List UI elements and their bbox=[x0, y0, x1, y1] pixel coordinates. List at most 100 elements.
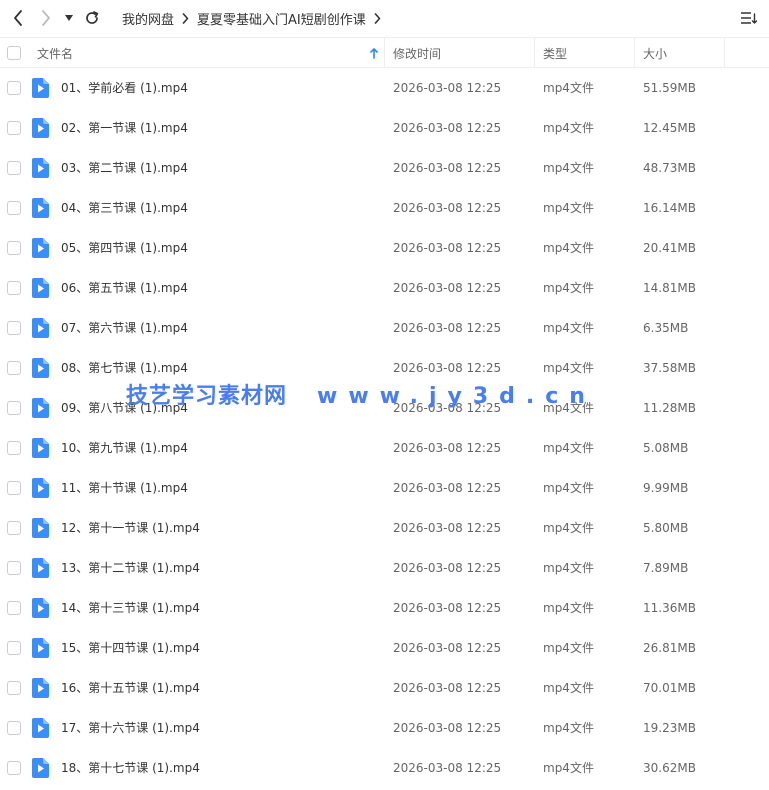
file-type: mp4文件 bbox=[543, 681, 594, 695]
row-checkbox[interactable] bbox=[7, 721, 21, 735]
table-row[interactable]: 14、第十三节课 (1).mp4 2026-03-08 12:25 mp4文件 11.… bbox=[0, 588, 769, 628]
file-name[interactable]: 07、第六节课 (1).mp4 bbox=[61, 308, 188, 348]
file-modified: 2026-03-08 12:25 bbox=[393, 481, 502, 495]
table-row[interactable]: 01、学前必看 (1).mp4 2026-03-08 12:25 mp4文件 51.5… bbox=[0, 68, 769, 108]
file-name[interactable]: 12、第十一节课 (1).mp4 bbox=[61, 508, 200, 548]
column-divider[interactable] bbox=[384, 38, 385, 68]
sort-up-arrow-icon[interactable] bbox=[370, 38, 378, 68]
row-checkbox[interactable] bbox=[7, 761, 21, 775]
row-checkbox[interactable] bbox=[7, 401, 21, 415]
table-row[interactable]: 12、第十一节课 (1).mp4 2026-03-08 12:25 mp4文件 5.8… bbox=[0, 508, 769, 548]
table-row[interactable]: 11、第十节课 (1).mp4 2026-03-08 12:25 mp4文件 9.99… bbox=[0, 468, 769, 508]
row-checkbox[interactable] bbox=[7, 641, 21, 655]
header-modified[interactable]: 修改时间 bbox=[393, 38, 533, 68]
file-size: 19.23MB bbox=[643, 721, 696, 735]
table-row[interactable]: 02、第一节课 (1).mp4 2026-03-08 12:25 mp4文件 12.4… bbox=[0, 108, 769, 148]
view-mode-button[interactable] bbox=[737, 6, 761, 30]
file-type: mp4文件 bbox=[543, 121, 594, 135]
file-name[interactable]: 10、第九节课 (1).mp4 bbox=[61, 428, 188, 468]
row-checkbox[interactable] bbox=[7, 241, 21, 255]
row-checkbox[interactable] bbox=[7, 601, 21, 615]
row-checkbox[interactable] bbox=[7, 81, 21, 95]
file-name[interactable]: 03、第二节课 (1).mp4 bbox=[61, 148, 188, 188]
table-row[interactable]: 16、第十五节课 (1).mp4 2026-03-08 12:25 mp4文件 70.… bbox=[0, 668, 769, 708]
table-row[interactable]: 15、第十四节课 (1).mp4 2026-03-08 12:25 mp4文件 26.… bbox=[0, 628, 769, 668]
table-row[interactable]: 17、第十六节课 (1).mp4 2026-03-08 12:25 mp4文件 19.… bbox=[0, 708, 769, 748]
header-name-label: 文件名 bbox=[37, 46, 74, 61]
row-checkbox[interactable] bbox=[7, 361, 21, 375]
file-name[interactable]: 11、第十节课 (1).mp4 bbox=[61, 468, 188, 508]
table-row[interactable]: 07、第六节课 (1).mp4 2026-03-08 12:25 mp4文件 6.35… bbox=[0, 308, 769, 348]
table-row[interactable]: 05、第四节课 (1).mp4 2026-03-08 12:25 mp4文件 20.4… bbox=[0, 228, 769, 268]
row-checkbox[interactable] bbox=[7, 281, 21, 295]
video-file-icon bbox=[32, 518, 49, 538]
refresh-icon bbox=[86, 11, 99, 24]
video-file-icon bbox=[32, 598, 49, 618]
file-name[interactable]: 06、第五节课 (1).mp4 bbox=[61, 268, 188, 308]
video-file-icon bbox=[32, 638, 49, 658]
table-row[interactable]: 03、第二节课 (1).mp4 2026-03-08 12:25 mp4文件 48.7… bbox=[0, 148, 769, 188]
file-type: mp4文件 bbox=[543, 281, 594, 295]
row-checkbox[interactable] bbox=[7, 561, 21, 575]
table-row[interactable]: 18、第十七节课 (1).mp4 2026-03-08 12:25 mp4文件 30.… bbox=[0, 748, 769, 788]
row-checkbox[interactable] bbox=[7, 681, 21, 695]
breadcrumb-item-root[interactable]: 我的网盘 bbox=[122, 9, 174, 28]
row-checkbox[interactable] bbox=[7, 481, 21, 495]
file-type: mp4文件 bbox=[543, 441, 594, 455]
row-checkbox[interactable] bbox=[7, 161, 21, 175]
breadcrumb-separator-icon bbox=[182, 12, 189, 24]
file-type: mp4文件 bbox=[543, 161, 594, 175]
column-divider[interactable] bbox=[534, 38, 535, 68]
file-modified: 2026-03-08 12:25 bbox=[393, 241, 502, 255]
chevron-left-icon bbox=[14, 10, 22, 26]
file-type: mp4文件 bbox=[543, 641, 594, 655]
file-modified: 2026-03-08 12:25 bbox=[393, 561, 502, 575]
row-checkbox[interactable] bbox=[7, 201, 21, 215]
history-dropdown-button[interactable] bbox=[60, 6, 78, 30]
file-name[interactable]: 05、第四节课 (1).mp4 bbox=[61, 228, 188, 268]
select-all-checkbox[interactable] bbox=[7, 46, 21, 60]
row-checkbox[interactable] bbox=[7, 521, 21, 535]
video-file-icon bbox=[32, 198, 49, 218]
file-name[interactable]: 02、第一节课 (1).mp4 bbox=[61, 108, 188, 148]
file-size: 30.62MB bbox=[643, 761, 696, 775]
column-divider[interactable] bbox=[724, 38, 725, 68]
file-name[interactable]: 16、第十五节课 (1).mp4 bbox=[61, 668, 200, 708]
video-file-icon bbox=[32, 278, 49, 298]
header-name[interactable]: 文件名 bbox=[37, 38, 383, 68]
chevron-right-icon bbox=[42, 10, 50, 26]
file-modified: 2026-03-08 12:25 bbox=[393, 81, 502, 95]
header-size[interactable]: 大小 bbox=[643, 38, 723, 68]
file-size: 70.01MB bbox=[643, 681, 696, 695]
breadcrumb-item-current-folder[interactable]: 夏夏零基础入门AI短剧创作课 bbox=[197, 9, 366, 28]
header-type[interactable]: 类型 bbox=[543, 38, 633, 68]
file-modified: 2026-03-08 12:25 bbox=[393, 681, 502, 695]
forward-button[interactable] bbox=[34, 6, 58, 30]
row-checkbox[interactable] bbox=[7, 441, 21, 455]
file-name[interactable]: 14、第十三节课 (1).mp4 bbox=[61, 588, 200, 628]
file-name[interactable]: 13、第十二节课 (1).mp4 bbox=[61, 548, 200, 588]
table-row[interactable]: 06、第五节课 (1).mp4 2026-03-08 12:25 mp4文件 14.8… bbox=[0, 268, 769, 308]
file-name[interactable]: 01、学前必看 (1).mp4 bbox=[61, 68, 188, 108]
table-row[interactable]: 10、第九节课 (1).mp4 2026-03-08 12:25 mp4文件 5.08… bbox=[0, 428, 769, 468]
file-name[interactable]: 04、第三节课 (1).mp4 bbox=[61, 188, 188, 228]
video-file-icon bbox=[32, 758, 49, 778]
toolbar: 我的网盘 夏夏零基础入门AI短剧创作课 bbox=[0, 0, 769, 36]
breadcrumb-separator-icon[interactable] bbox=[374, 12, 381, 24]
breadcrumb: 我的网盘 夏夏零基础入门AI短剧创作课 bbox=[122, 0, 389, 36]
table-row[interactable]: 04、第三节课 (1).mp4 2026-03-08 12:25 mp4文件 16.1… bbox=[0, 188, 769, 228]
file-name[interactable]: 17、第十六节课 (1).mp4 bbox=[61, 708, 200, 748]
row-checkbox[interactable] bbox=[7, 121, 21, 135]
file-modified: 2026-03-08 12:25 bbox=[393, 201, 502, 215]
refresh-button[interactable] bbox=[80, 6, 104, 30]
header-modified-label: 修改时间 bbox=[393, 46, 442, 61]
column-divider[interactable] bbox=[634, 38, 635, 68]
file-size: 7.89MB bbox=[643, 561, 689, 575]
file-type: mp4文件 bbox=[543, 521, 594, 535]
file-name[interactable]: 15、第十四节课 (1).mp4 bbox=[61, 628, 200, 668]
row-checkbox[interactable] bbox=[7, 321, 21, 335]
file-name[interactable]: 18、第十七节课 (1).mp4 bbox=[61, 748, 200, 788]
video-file-icon bbox=[32, 318, 49, 338]
back-button[interactable] bbox=[6, 6, 30, 30]
table-row[interactable]: 13、第十二节课 (1).mp4 2026-03-08 12:25 mp4文件 7.8… bbox=[0, 548, 769, 588]
